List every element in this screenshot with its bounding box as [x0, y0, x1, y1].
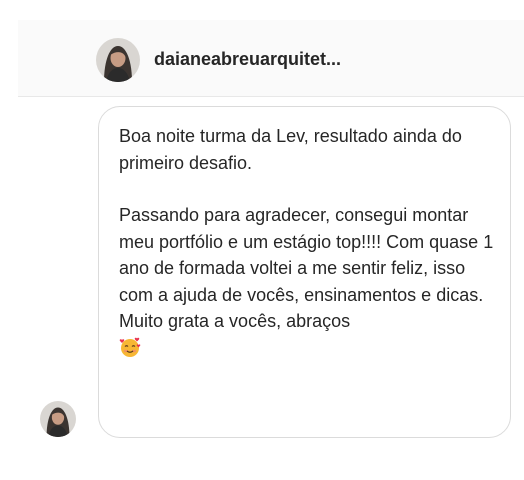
- message-paragraph-2-text: Passando para agradecer, consegui montar…: [119, 205, 494, 331]
- avatar-photo-icon: [96, 38, 140, 82]
- conversation-header: daianeabreuarquitet...: [18, 20, 524, 97]
- message-paragraph-2: Passando para agradecer, consegui montar…: [119, 202, 496, 361]
- username[interactable]: daianeabreuarquitet...: [154, 49, 341, 70]
- direct-message-view: daianeabreuarquitet... Boa noite turma d…: [0, 0, 524, 480]
- avatar-photo-icon: [40, 401, 76, 437]
- smiling-face-with-hearts-icon: [119, 336, 141, 358]
- message-paragraph-1: Boa noite turma da Lev, resultado ainda …: [119, 126, 462, 173]
- profile-avatar[interactable]: [96, 38, 140, 82]
- message-bubble[interactable]: Boa noite turma da Lev, resultado ainda …: [98, 106, 511, 438]
- sender-avatar[interactable]: [40, 401, 76, 437]
